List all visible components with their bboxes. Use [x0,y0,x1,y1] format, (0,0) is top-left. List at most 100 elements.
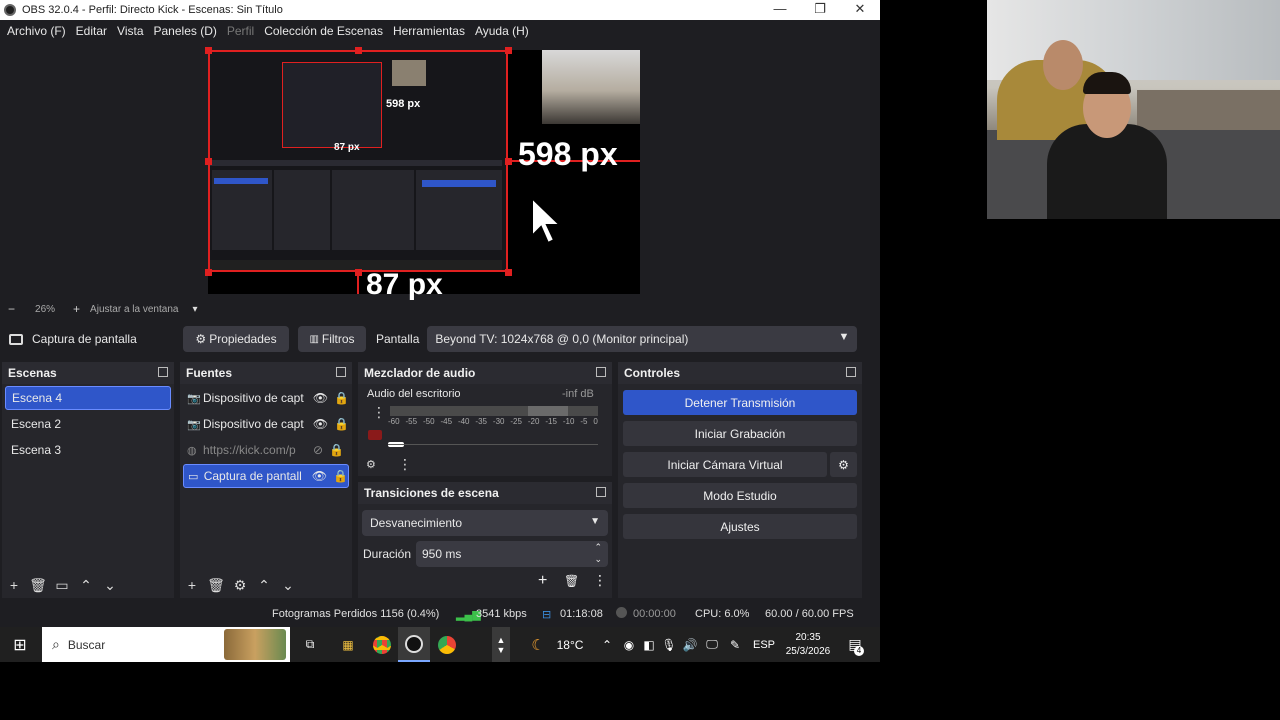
studio-mode-button[interactable]: Modo Estudio [623,483,857,508]
move-down-icon[interactable]: ⌄ [98,577,122,594]
undock-icon[interactable] [596,487,606,497]
volume-slider-track[interactable] [388,444,598,445]
filters-button[interactable]: ▥ Filtros [298,326,366,352]
add-icon[interactable]: + [180,577,204,593]
stop-stream-button[interactable]: Detener Transmisión [623,390,857,415]
microphone-icon[interactable]: 🎙 [660,627,678,662]
start-recording-button[interactable]: Iniciar Grabación [623,421,857,446]
chrome-icon[interactable] [370,627,394,662]
webcam-source-thumbnail[interactable] [542,50,640,124]
maximize-button[interactable]: ❐ [800,0,840,20]
store-icon[interactable]: ▦ [336,627,360,662]
eye-icon[interactable]: 👁 [313,391,328,405]
move-up-icon[interactable]: ⌃ [252,577,276,594]
clock[interactable]: 20:35 25/3/2026 [780,627,836,662]
mute-icon[interactable] [368,430,382,440]
zoom-in-button[interactable]: + [73,302,80,316]
resize-handle-tl[interactable] [205,47,212,54]
menu-paneles[interactable]: Paneles (D) [149,24,222,38]
network-icon[interactable]: 🖵 [702,627,722,662]
source-item[interactable]: 📷 Dispositivo de capt 👁 🔒 [183,412,349,436]
speaker-icon[interactable]: 🔊 [680,627,700,662]
eye-hidden-icon[interactable]: ⊘ [313,443,323,457]
chevron-down-icon[interactable]: ▼ [497,645,506,655]
move-up-icon[interactable]: ⌃ [74,577,98,594]
undock-icon[interactable] [846,367,856,377]
undock-icon[interactable] [596,367,606,377]
task-view-icon[interactable]: ⧉ [298,627,322,662]
resize-handle-bl[interactable] [205,269,212,276]
lock-icon[interactable]: 🔒 [329,443,344,457]
menu-coleccion-escenas[interactable]: Colección de Escenas [259,24,388,38]
settings-button[interactable]: Ajustes [623,514,857,539]
notifications-icon[interactable]: ▤ 4 [842,627,868,662]
taskbar-search[interactable]: ⌕ Buscar [42,627,290,662]
resize-handle-t[interactable] [355,47,362,54]
source-item[interactable]: ◍ https://kick.com/p ⊘ 🔒 [183,438,349,462]
language-indicator[interactable]: ESP [750,627,778,662]
duration-spinbox[interactable]: 950 ms ⌃ ⌄ [416,541,608,567]
minimize-button[interactable]: — [760,0,800,20]
chrome-profile-icon[interactable] [434,627,460,662]
lock-icon[interactable]: 🔒 [334,391,349,405]
eye-icon[interactable]: 👁 [313,417,328,431]
chevron-up-icon[interactable]: ⌃ [598,627,616,662]
close-button[interactable]: ✕ [840,0,880,20]
controls-title-text: Controles [624,366,681,380]
zoom-dropdown-icon[interactable]: ▾ [192,304,197,315]
trash-icon[interactable]: 🗑 [204,577,228,594]
advanced-audio-gear-icon[interactable]: ⚙ [366,458,376,471]
chevron-up-icon[interactable]: ▲ [497,635,506,645]
obs-tray-icon[interactable]: ◉ [620,627,638,662]
trash-icon[interactable]: 🗑 [26,577,50,594]
notification-count: 4 [854,646,864,656]
undock-icon[interactable] [336,367,346,377]
source-label: Dispositivo de capt [202,391,304,405]
resize-handle-br[interactable] [505,269,512,276]
windows-start-icon[interactable]: ⊞ [8,627,32,662]
transition-select[interactable]: Desvanecimiento ▼ [362,510,608,536]
menu-vista[interactable]: Vista [112,24,148,38]
add-icon[interactable]: + [2,577,26,593]
scene-item[interactable]: Escena 4 [5,386,171,410]
resize-handle-tr[interactable] [505,47,512,54]
lock-icon[interactable]: 🔒 [333,469,348,483]
eye-icon[interactable]: 👁 [312,469,327,483]
screen-select[interactable]: Beyond TV: 1024x768 @ 0,0 (Monitor princ… [427,326,858,352]
undock-icon[interactable] [158,367,168,377]
zoom-out-button[interactable]: − [8,302,15,316]
tray-app-icon[interactable]: ◧ [640,627,658,662]
menu-editar[interactable]: Editar [71,24,112,38]
source-item[interactable]: 📷 Dispositivo de capt 👁 🔒 [183,386,349,410]
resize-handle-l[interactable] [205,158,212,165]
filters-icon[interactable]: ▭ [50,577,74,594]
trash-icon[interactable]: 🗑 [564,574,579,588]
menu-archivo[interactable]: Archivo (F) [2,24,71,38]
add-icon[interactable]: + [538,572,547,590]
taskbar-scroll[interactable]: ▲ ▼ [492,627,510,662]
vertical-dots-icon[interactable]: ⋮ [398,456,412,473]
scene-item[interactable]: Escena 2 [5,412,171,436]
vertical-dots-icon[interactable]: ⋮ [593,572,607,589]
menu-ayuda[interactable]: Ayuda (H) [470,24,534,38]
lock-icon[interactable]: 🔒 [334,417,349,431]
menu-herramientas[interactable]: Herramientas [388,24,470,38]
move-down-icon[interactable]: ⌄ [276,577,300,594]
vertical-dots-icon[interactable]: ⋮ [372,404,386,421]
virtual-camera-gear-icon[interactable]: ⚙ [830,452,857,477]
fit-to-window-label[interactable]: Ajustar a la ventana [90,304,178,315]
properties-button[interactable]: ⚙ Propiedades [183,326,289,352]
start-virtual-camera-button[interactable]: Iniciar Cámara Virtual [623,452,827,477]
selection-outline[interactable] [208,50,508,272]
preview-canvas[interactable]: 598 px 87 px 598 px 87 px [205,47,640,301]
pen-icon[interactable]: ✎ [724,627,746,662]
weather-temp[interactable]: 18°C [552,627,588,662]
obs-taskbar-icon[interactable] [398,627,430,662]
gear-icon[interactable]: ⚙ [228,577,252,594]
spin-arrows-icon[interactable]: ⌃ ⌄ [594,541,602,565]
audio-level-value: -inf dB [562,388,594,400]
scene-item[interactable]: Escena 3 [5,438,171,462]
preview-area[interactable]: 598 px 87 px 598 px 87 px [0,42,862,301]
menu-perfil[interactable]: Perfil [222,24,259,38]
source-item[interactable]: ▭ Captura de pantall 👁 🔒 [183,464,349,488]
